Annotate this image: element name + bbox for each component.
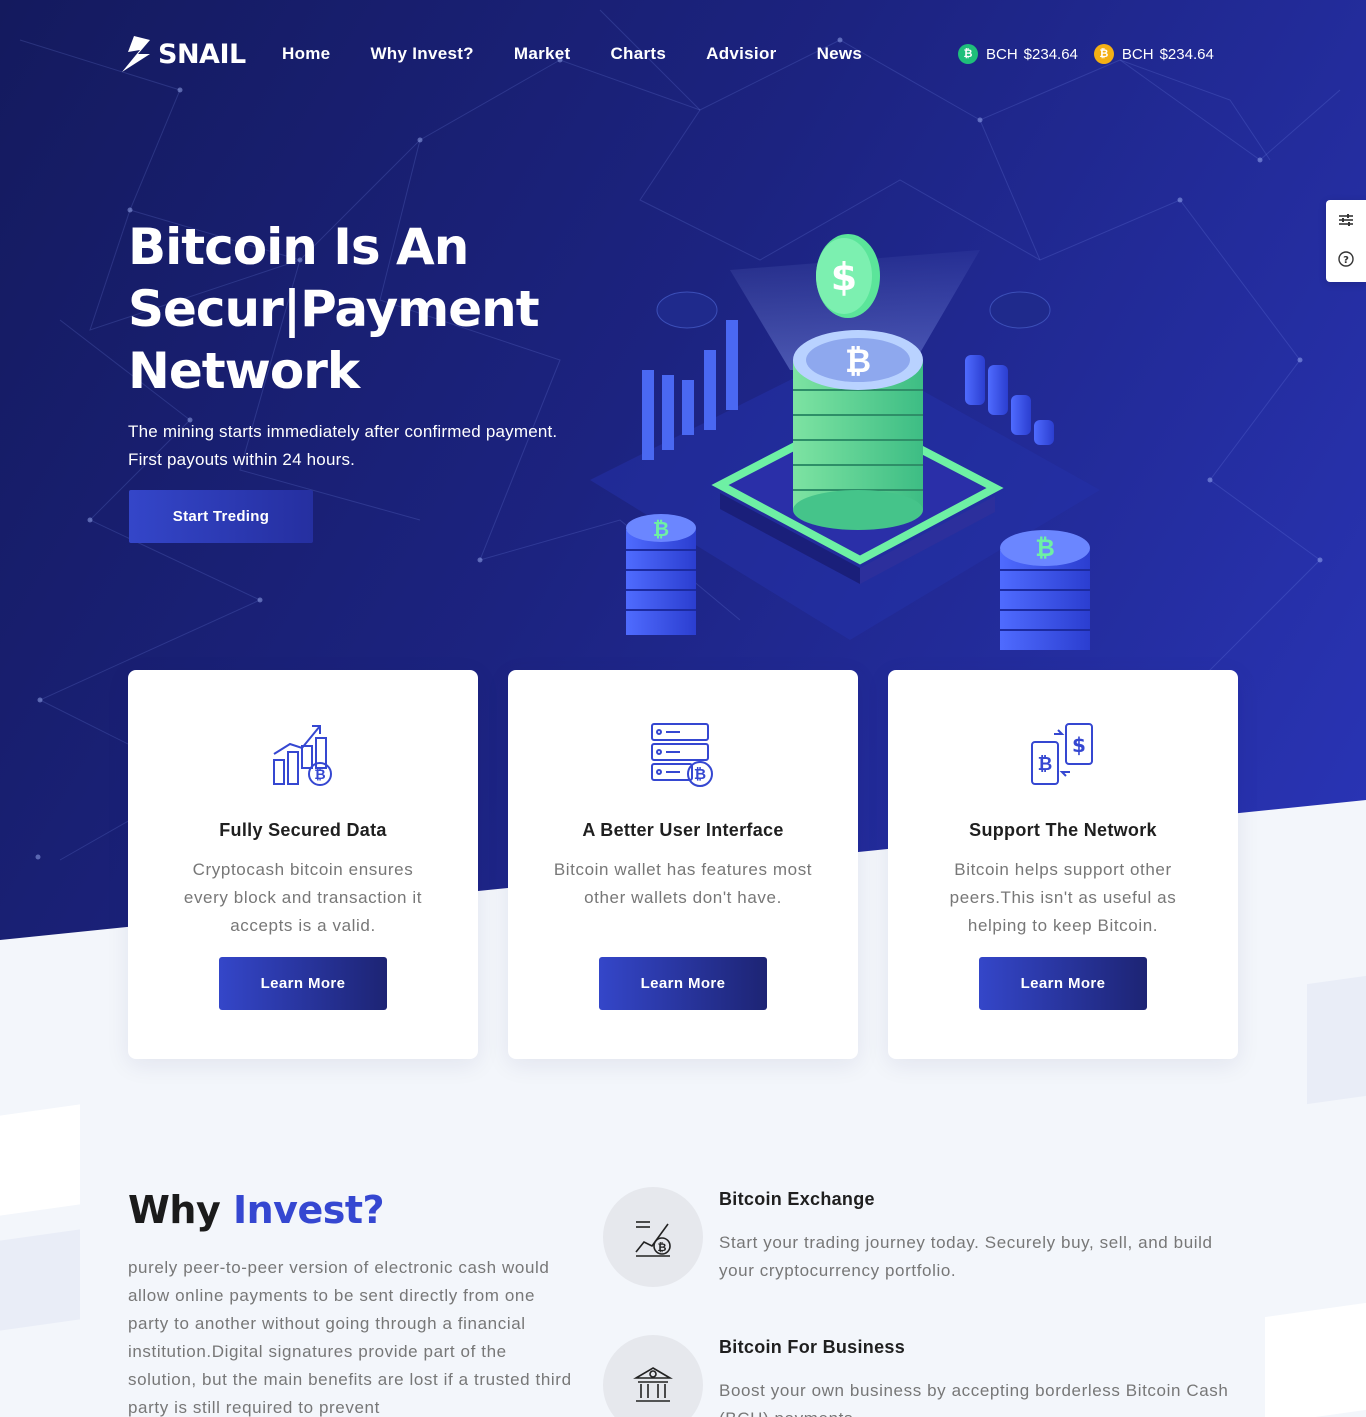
decorative-shape [0,1229,80,1331]
bitcoin-exchange-icon: ₿ [603,1187,703,1287]
nav-advisior[interactable]: Advisior [706,44,776,64]
bitcoin-cash-icon: ₿ [958,44,978,64]
brand-logo[interactable]: SNAIL [120,34,246,74]
ticker-symbol: BCH [986,45,1018,63]
why-invest-text: purely peer-to-peer version of electroni… [128,1258,572,1417]
svg-text:₿: ₿ [845,342,871,380]
nav-home[interactable]: Home [282,44,330,64]
card-title: A Better User Interface [582,820,784,840]
svg-text:₿: ₿ [1038,754,1053,775]
nav-why-invest[interactable]: Why Invest? [370,44,473,64]
decorative-shape [0,1104,80,1216]
start-trading-button[interactable]: Start Treding [129,490,313,543]
svg-text:₿: ₿ [314,767,325,783]
svg-text:?: ? [1343,255,1349,266]
crypto-mining-illustration: ₿ $ ₿ ₿ [590,234,1100,650]
feature-text: Start your trading journey today. Secure… [719,1233,1213,1280]
feature-title: Bitcoin For Business [719,1337,906,1357]
nav-news[interactable]: News [817,44,863,64]
why-title-accent: Invest? [232,1188,385,1232]
top-navbar: SNAIL Home Why Invest? Market Charts Adv… [0,0,1366,110]
nav-market[interactable]: Market [514,44,571,64]
brand-name: SNAIL [158,38,246,70]
learn-more-button[interactable]: Learn More [979,957,1147,1010]
card-text: Bitcoin wallet has features most other w… [553,860,813,907]
card-title: Fully Secured Data [219,820,387,840]
svg-text:$: $ [1072,733,1086,757]
snail-bolt-icon [122,36,150,72]
svg-text:₿: ₿ [653,517,669,541]
feature-text: Boost your own business by accepting bor… [719,1381,1229,1417]
help-icon[interactable]: ? [1338,251,1354,272]
why-title-plain: Why [128,1188,221,1232]
bitcoin-growth-chart-icon: ₿ [273,725,332,786]
learn-more-button[interactable]: Learn More [219,957,387,1010]
ticker-price: $234.64 [1159,45,1214,63]
feature-card: ₿ $ Support The Network Bitcoin helps su… [888,670,1238,1059]
learn-more-button[interactable]: Learn More [599,957,767,1010]
svg-text:₿: ₿ [694,765,706,783]
nav-charts[interactable]: Charts [610,44,666,64]
bitcoin-server-icon: ₿ [651,723,713,787]
price-ticker: ₿ BCH $234.64 ₿ BCH $234.64 [958,44,1214,64]
feature-card: ₿ Fully Secured Data Cryptocash bitcoin … [128,670,478,1059]
decorative-shape [1307,975,1366,1105]
hero-subtitle: The mining starts immediately after conf… [128,422,558,469]
feature-title: Bitcoin Exchange [719,1189,875,1209]
hero-title-line: Secur|Payment [128,280,540,338]
hero-title-line: Bitcoin Is An [128,218,469,276]
svg-text:₿: ₿ [658,1241,667,1254]
svg-text:₿: ₿ [1035,534,1055,562]
feature-card: ₿ A Better User Interface Bitcoin wallet… [508,670,858,1059]
card-text: Cryptocash bitcoin ensures every block a… [183,860,423,935]
ticker-item: ₿ BCH $234.64 [1093,44,1214,64]
ticker-item: ₿ BCH $234.64 [958,44,1078,64]
bank-icon [603,1335,703,1417]
hero-title: Bitcoin Is An Secur|Payment Network [128,216,598,402]
bitcoin-icon: ₿ [1093,44,1114,64]
settings-sliders-icon[interactable] [1338,212,1354,233]
card-text: Bitcoin helps support other peers.This i… [949,860,1177,935]
why-invest-title: Why Invest? [128,1188,385,1232]
side-tools-panel: ? [1326,200,1366,282]
decorative-shape [1265,1302,1366,1417]
svg-text:$: $ [831,255,857,299]
ticker-symbol: BCH [1121,45,1154,63]
feature-cards: ₿ Fully Secured Data Cryptocash bitcoin … [128,670,1238,1059]
card-title: Support The Network [969,820,1157,840]
hero-title-line: Network [128,342,360,400]
ticker-price: $234.64 [1023,45,1078,63]
bitcoin-exchange-phone-icon: ₿ $ [1031,723,1093,785]
main-menu: Home Why Invest? Market Charts Advisior … [282,44,902,64]
